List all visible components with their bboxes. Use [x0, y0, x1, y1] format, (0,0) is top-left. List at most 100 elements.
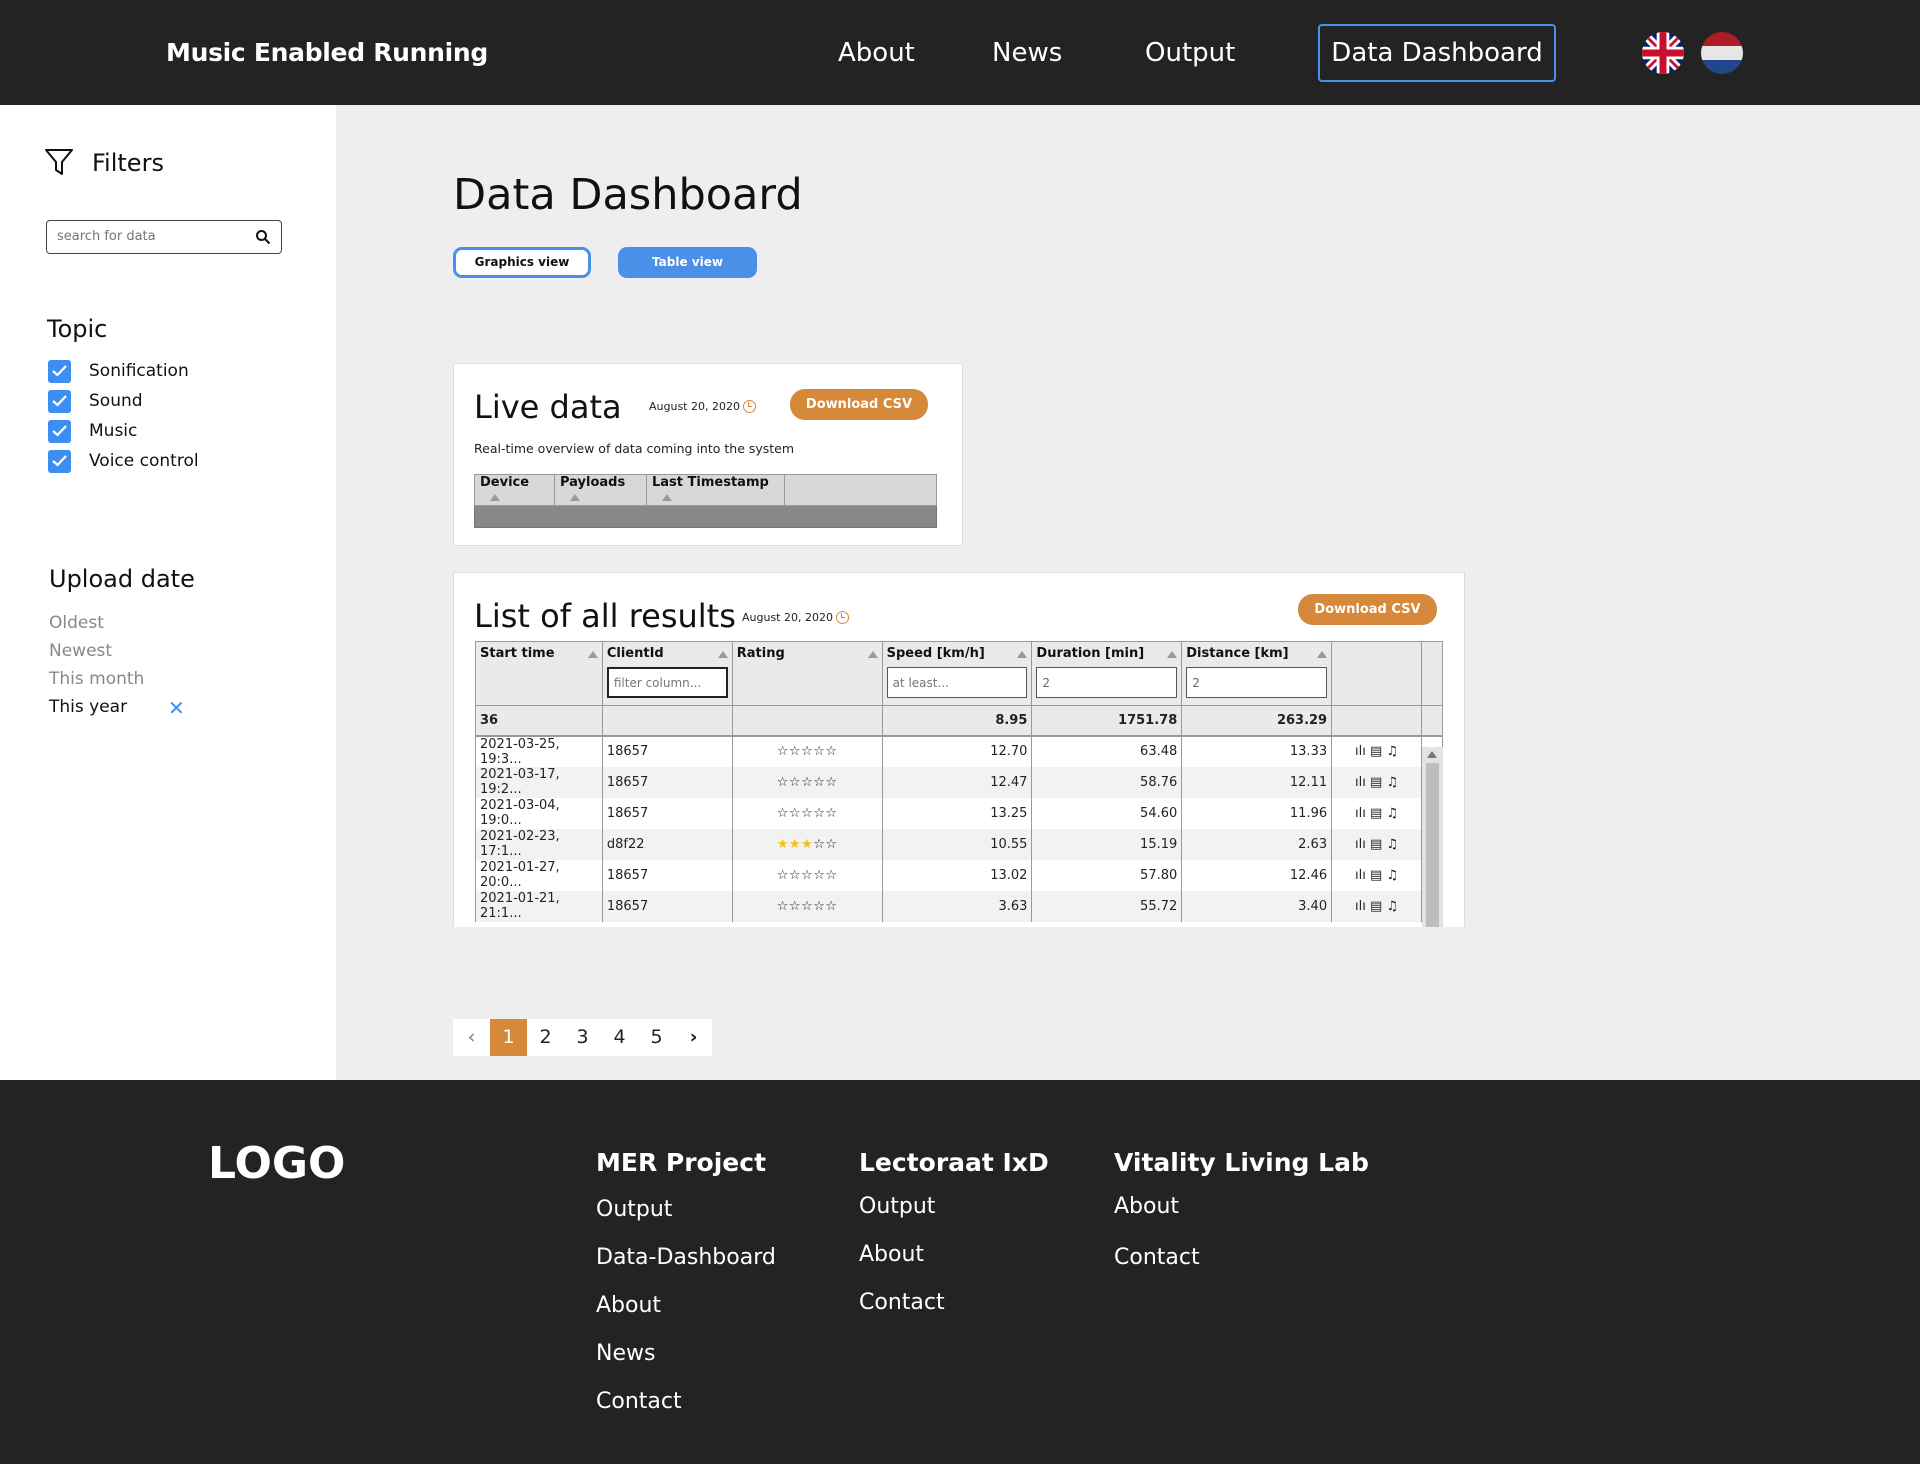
col-last-timestamp[interactable]: Last Timestamp	[646, 474, 785, 506]
chart-icon[interactable]: ılı	[1355, 868, 1366, 883]
page-3[interactable]: 3	[564, 1019, 601, 1056]
chart-icon[interactable]: ılı	[1355, 837, 1366, 852]
footer-link[interactable]: Contact	[596, 1389, 682, 1414]
chart-icon[interactable]: ılı	[1355, 806, 1366, 821]
checkbox-checked-icon[interactable]	[48, 419, 71, 443]
search-input[interactable]	[57, 229, 247, 244]
col-rating[interactable]: Rating	[731, 641, 883, 706]
topic-checkbox-music[interactable]: Music	[48, 419, 137, 443]
nl-flag-icon[interactable]	[1701, 32, 1743, 74]
document-icon[interactable]: ▤	[1370, 837, 1382, 852]
sort-arrow-icon[interactable]	[1317, 651, 1328, 658]
table-row[interactable]: 2021-01-27, 20:0... 18657 ☆☆☆☆☆ 13.02 57.80 1…	[475, 859, 1444, 891]
brand-title[interactable]: Music Enabled Running	[166, 38, 488, 67]
rating-stars-icon[interactable]: ☆☆☆☆☆	[731, 797, 883, 829]
footer-link[interactable]: Output	[859, 1194, 935, 1219]
row-actions: ılı ▤ ♫	[1331, 859, 1422, 891]
topic-checkbox-sound[interactable]: Sound	[48, 389, 143, 413]
col-speed[interactable]: Speed [km/h]	[881, 641, 1033, 706]
col-distance[interactable]: Distance [km]	[1181, 641, 1333, 706]
table-scrollbar[interactable]	[1422, 747, 1443, 927]
rating-stars-icon[interactable]: ☆☆☆☆☆	[731, 859, 883, 891]
graphics-view-button[interactable]: Graphics view	[453, 247, 591, 278]
sort-arrow-icon[interactable]	[587, 651, 598, 658]
chart-icon[interactable]: ılı	[1355, 744, 1366, 759]
date-option-this-year[interactable]: This year	[49, 697, 127, 717]
nav-news[interactable]: News	[992, 38, 1062, 68]
footer-link[interactable]: Data-Dashboard	[596, 1245, 776, 1270]
rating-stars-icon[interactable]: ★★★☆☆	[731, 828, 883, 860]
scroll-up-icon[interactable]	[1427, 751, 1437, 758]
results-download-csv-button[interactable]: Download CSV	[1298, 594, 1437, 625]
table-row[interactable]: 2021-02-23, 17:1... d8f22 ★★★☆☆ 10.55 15.19 2…	[475, 828, 1444, 860]
table-row[interactable]: 2021-03-25, 19:3... 18657 ☆☆☆☆☆ 12.70 63.48 1…	[475, 735, 1444, 767]
rating-stars-icon[interactable]: ☆☆☆☆☆	[731, 766, 883, 798]
prev-page-chevron-left-icon[interactable]: ‹	[453, 1019, 490, 1056]
checkbox-checked-icon[interactable]	[48, 389, 71, 413]
col-clientid[interactable]: ClientId	[601, 641, 733, 706]
col-duration[interactable]: Duration [min]	[1031, 641, 1183, 706]
sort-arrow-icon[interactable]	[1167, 651, 1178, 658]
live-download-csv-button[interactable]: Download CSV	[790, 389, 928, 420]
sort-arrow-icon[interactable]	[1017, 651, 1028, 658]
sort-arrow-icon[interactable]	[662, 494, 672, 501]
date-option-this-month[interactable]: This month	[49, 669, 144, 689]
sort-arrow-icon[interactable]	[490, 494, 500, 501]
nav-about[interactable]: About	[838, 38, 915, 68]
table-row[interactable]: 2021-03-04, 19:0... 18657 ☆☆☆☆☆ 13.25 54.60 1…	[475, 797, 1444, 829]
col-device[interactable]: Device	[474, 474, 555, 506]
chart-icon[interactable]: ılı	[1355, 899, 1366, 914]
duration-filter-input[interactable]	[1036, 667, 1178, 698]
sort-arrow-icon[interactable]	[867, 651, 878, 658]
uk-flag-icon[interactable]	[1642, 32, 1684, 74]
page-2[interactable]: 2	[527, 1019, 564, 1056]
distance-filter-input[interactable]	[1186, 667, 1328, 698]
table-row[interactable]: 2021-01-21, 21:1... 18657 ☆☆☆☆☆ 3.63 55.72 3.…	[475, 890, 1444, 922]
music-note-icon[interactable]: ♫	[1386, 806, 1398, 821]
live-data-subtitle: Real-time overview of data coming into t…	[474, 441, 795, 456]
nav-output[interactable]: Output	[1145, 38, 1235, 68]
checkbox-checked-icon[interactable]	[48, 359, 71, 383]
document-icon[interactable]: ▤	[1370, 899, 1382, 914]
col-start-time[interactable]: Start time	[475, 641, 603, 706]
scroll-thumb[interactable]	[1426, 763, 1439, 927]
music-note-icon[interactable]: ♫	[1386, 837, 1398, 852]
col-payloads[interactable]: Payloads	[554, 474, 647, 506]
table-row[interactable]: 2021-03-17, 19:2... 18657 ☆☆☆☆☆ 12.47 58.76 1…	[475, 766, 1444, 798]
chart-icon[interactable]: ılı	[1355, 775, 1366, 790]
document-icon[interactable]: ▤	[1370, 775, 1382, 790]
clear-date-close-icon[interactable]: ✕	[168, 696, 185, 720]
document-icon[interactable]: ▤	[1370, 806, 1382, 821]
topic-checkbox-voice-control[interactable]: Voice control	[48, 449, 199, 473]
footer-link[interactable]: About	[1114, 1194, 1179, 1219]
sort-arrow-icon[interactable]	[570, 494, 580, 501]
checkbox-checked-icon[interactable]	[48, 449, 71, 473]
date-option-oldest[interactable]: Oldest	[49, 613, 104, 633]
music-note-icon[interactable]: ♫	[1386, 775, 1398, 790]
document-icon[interactable]: ▤	[1370, 744, 1382, 759]
footer-link[interactable]: About	[596, 1293, 661, 1318]
page-4[interactable]: 4	[601, 1019, 638, 1056]
sort-arrow-icon[interactable]	[717, 651, 728, 658]
footer-link[interactable]: About	[859, 1242, 924, 1267]
footer-link[interactable]: Contact	[859, 1290, 945, 1315]
table-view-button[interactable]: Table view	[618, 247, 757, 278]
footer-link[interactable]: News	[596, 1341, 655, 1366]
search-icon[interactable]	[255, 229, 271, 245]
page-5[interactable]: 5	[638, 1019, 675, 1056]
music-note-icon[interactable]: ♫	[1386, 868, 1398, 883]
speed-filter-input[interactable]	[886, 667, 1028, 698]
date-option-newest[interactable]: Newest	[49, 641, 112, 661]
footer-link[interactable]: Output	[596, 1197, 672, 1222]
nav-data-dashboard[interactable]: Data Dashboard	[1318, 24, 1556, 82]
clientid-filter-input[interactable]	[606, 667, 728, 698]
footer-link[interactable]: Contact	[1114, 1245, 1200, 1270]
document-icon[interactable]: ▤	[1370, 868, 1382, 883]
topic-checkbox-sonification[interactable]: Sonification	[48, 359, 189, 383]
rating-stars-icon[interactable]: ☆☆☆☆☆	[731, 890, 883, 922]
next-page-chevron-right-icon[interactable]: ›	[675, 1019, 712, 1056]
page-1[interactable]: 1	[490, 1019, 527, 1056]
music-note-icon[interactable]: ♫	[1386, 744, 1398, 759]
music-note-icon[interactable]: ♫	[1386, 899, 1398, 914]
rating-stars-icon[interactable]: ☆☆☆☆☆	[731, 735, 883, 767]
